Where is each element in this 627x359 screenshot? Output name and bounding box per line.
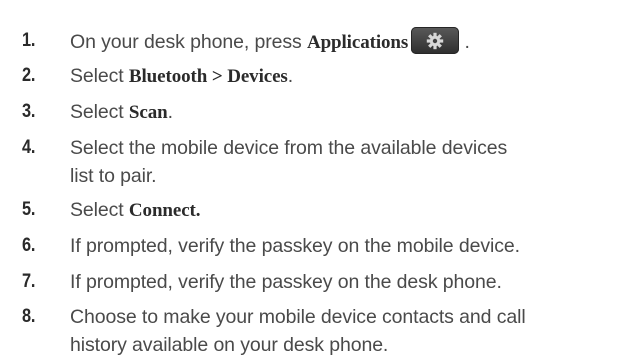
step-number: 7. xyxy=(22,271,36,292)
step-text-line: Choose to make your mobile device contac… xyxy=(70,306,526,328)
gear-icon xyxy=(426,32,444,50)
step-text-part: . xyxy=(167,101,173,123)
step-bold-label: Applications xyxy=(306,32,409,53)
applications-button-icon xyxy=(411,27,460,54)
step-text-part: . xyxy=(287,65,294,87)
step-bold-label: Scan xyxy=(128,102,168,123)
step-text: On your desk phone, press Applications . xyxy=(70,27,618,57)
step-text-part: Select xyxy=(70,65,129,87)
step-number: 4. xyxy=(22,137,36,158)
step-number: 6. xyxy=(22,235,36,256)
step-text: If prompted, verify the passkey on the d… xyxy=(70,271,502,293)
step-bold-label: Connect. xyxy=(128,200,201,221)
step-number: 2. xyxy=(22,65,36,86)
step-text-part: Select xyxy=(70,199,129,221)
step-text-line: history available on your desk phone. xyxy=(70,334,389,356)
step-text-line: list to pair. xyxy=(70,165,157,187)
step-text: Select Bluetooth > Devices. xyxy=(70,62,618,91)
step-text: If prompted, verify the passkey on the m… xyxy=(70,235,520,257)
step-number: 5. xyxy=(22,199,36,220)
step-text-part: On your desk phone, press xyxy=(70,31,307,53)
step-bold-label: Bluetooth > Devices xyxy=(128,66,288,87)
step-number: 8. xyxy=(22,306,36,327)
step-text: Choose to make your mobile device contac… xyxy=(70,303,618,359)
step-text-part: Select xyxy=(70,101,129,123)
step-number: 3. xyxy=(22,101,36,122)
step-text-part: . xyxy=(459,31,470,53)
instruction-steps-list: 1. On your desk phone, press Application… xyxy=(0,0,627,356)
step-text-line: Select the mobile device from the availa… xyxy=(70,137,508,159)
step-text: Select Scan. xyxy=(70,98,618,127)
step-text: Select the mobile device from the availa… xyxy=(70,134,618,190)
step-number: 1. xyxy=(22,30,36,51)
step-text: Select Connect. xyxy=(70,196,618,225)
